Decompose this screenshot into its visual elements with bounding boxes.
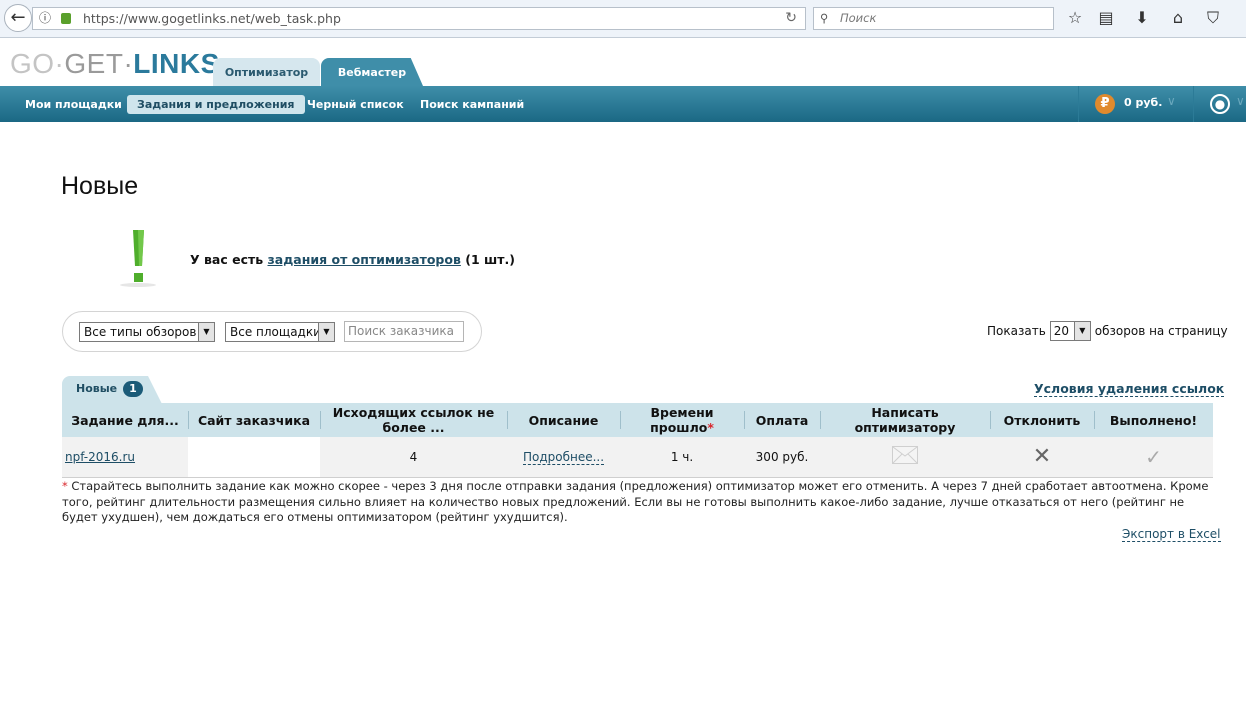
col-elapsed-label: Времени прошло <box>650 405 714 435</box>
filter-bar: Все типы обзоров ▼ Все площадки ▼ Поиск за… <box>62 311 482 352</box>
per-page: Показать 20 ▼ обзоров на страницу <box>987 321 1228 341</box>
reading-list-icon[interactable]: ▤ <box>1096 8 1116 27</box>
col-decline: Отклонить <box>990 403 1094 437</box>
dropdown-arrow-icon: ▼ <box>318 323 334 341</box>
col-task-for[interactable]: Задание для... <box>62 403 188 437</box>
col-description: Описание <box>507 403 620 437</box>
customer-site <box>188 437 320 478</box>
elapsed-value: 1 ч. <box>620 437 744 478</box>
info-icon[interactable]: ⓘ <box>39 8 51 29</box>
logo-links: LINKS <box>133 48 220 79</box>
home-icon[interactable]: ⌂ <box>1168 8 1188 27</box>
asterisk: * <box>707 420 714 435</box>
download-icon[interactable]: ⬇ <box>1132 8 1152 27</box>
site-link[interactable]: npf-2016.ru <box>65 450 135 464</box>
payment-value: 300 руб. <box>744 437 820 478</box>
nav-my-sites[interactable]: Мои площадки <box>15 95 132 114</box>
pocket-icon[interactable]: ⛉ <box>1203 8 1223 28</box>
dropdown-arrow-icon: ▼ <box>198 323 214 341</box>
col-customer-site[interactable]: Сайт заказчика <box>188 403 320 437</box>
export-excel-link[interactable]: Экспорт в Excel <box>1122 527 1221 542</box>
url-text[interactable]: https://www.gogetlinks.net/web_task.php <box>83 8 341 29</box>
site-select[interactable]: Все площадки ▼ <box>225 322 335 342</box>
per-page-value: 20 <box>1053 324 1070 338</box>
balance-value: 0 руб. <box>1124 96 1163 109</box>
chevron-down-icon[interactable]: ∨ <box>1236 94 1245 108</box>
col-done: Выполнено! <box>1094 403 1213 437</box>
main-nav: Мои площадки Задания и предложения Черны… <box>0 86 1246 122</box>
site-value: Все площадки <box>230 325 321 339</box>
balance-menu[interactable]: ₽ 0 руб. ∨ <box>1078 86 1194 122</box>
customer-search-input[interactable]: Поиск заказчика <box>344 321 464 342</box>
reload-icon[interactable]: ↻ <box>785 8 797 29</box>
tasks-notice: У вас есть задания от оптимизаторов (1 ш… <box>190 252 515 267</box>
browser-toolbar: ← ⓘ https://www.gogetlinks.net/web_task.… <box>0 0 1246 38</box>
star-icon[interactable]: ☆ <box>1065 8 1085 27</box>
logo[interactable]: GO·GET·LINKS <box>10 48 220 80</box>
footnote: * Старайтесь выполнить задание как можно… <box>62 479 1213 526</box>
removal-conditions-link[interactable]: Условия удаления ссылок <box>1034 381 1225 397</box>
tab-optimizer[interactable]: Оптимизатор <box>213 58 320 86</box>
details-link[interactable]: Подробнее... <box>522 449 605 465</box>
exclamation-icon <box>120 230 156 287</box>
col-message: Написать оптимизатору <box>820 403 990 437</box>
nav-blacklist[interactable]: Черный список <box>297 95 414 114</box>
review-type-value: Все типы обзоров <box>84 325 197 339</box>
col-payment[interactable]: Оплата <box>744 403 820 437</box>
back-icon[interactable]: ← <box>4 4 32 32</box>
ruble-icon: ₽ <box>1095 94 1115 114</box>
envelope-icon[interactable] <box>820 437 990 478</box>
search-placeholder: Поиск <box>840 11 877 25</box>
table-header: Задание для... Сайт заказчика Исходящих … <box>62 403 1213 437</box>
decline-x-icon[interactable]: ✕ <box>990 437 1094 478</box>
done-check-icon[interactable]: ✓ <box>1094 437 1213 478</box>
count-badge: 1 <box>122 381 143 397</box>
footnote-text: Старайтесь выполнить задание как можно с… <box>62 479 1209 524</box>
tasks-link[interactable]: задания от оптимизаторов <box>268 252 461 267</box>
logo-go: GO· <box>10 48 65 79</box>
col-outgoing-links[interactable]: Исходящих ссылок не более ... <box>320 403 507 437</box>
tasks-table: Задание для... Сайт заказчика Исходящих … <box>62 403 1213 478</box>
tab-new[interactable]: Новые 1 <box>62 376 162 404</box>
tab-webmaster[interactable]: Вебмастер <box>321 58 423 86</box>
notice-count: (1 шт.) <box>465 252 515 267</box>
nav-campaign-search[interactable]: Поиск кампаний <box>410 95 534 114</box>
review-type-select[interactable]: Все типы обзоров ▼ <box>79 322 215 342</box>
page-title: Новые <box>61 172 139 200</box>
col-elapsed[interactable]: Времени прошло* <box>620 403 744 437</box>
search-icon: ⚲ <box>820 11 829 25</box>
per-page-select[interactable]: 20 ▼ <box>1049 321 1091 341</box>
lock-icon <box>61 13 71 24</box>
url-bar[interactable]: ⓘ https://www.gogetlinks.net/web_task.ph… <box>32 7 806 30</box>
logo-get: GET· <box>64 48 134 79</box>
notice-prefix: У вас есть <box>190 252 264 267</box>
nav-tasks[interactable]: Задания и предложения <box>127 95 305 114</box>
user-icon[interactable]: ● <box>1210 94 1230 114</box>
per-page-suffix: обзоров на страницу <box>1094 324 1228 338</box>
dropdown-arrow-icon: ▼ <box>1073 322 1090 340</box>
links-count: 4 <box>320 437 507 478</box>
asterisk: * <box>62 479 68 493</box>
tab-new-label: Новые <box>76 382 118 395</box>
per-page-label: Показать <box>987 324 1046 338</box>
browser-search-input[interactable]: ⚲ Поиск <box>813 7 1054 30</box>
chevron-down-icon: ∨ <box>1167 94 1176 108</box>
table-row: npf-2016.ru 4 Подробнее... 1 ч. 300 руб.… <box>62 437 1213 478</box>
